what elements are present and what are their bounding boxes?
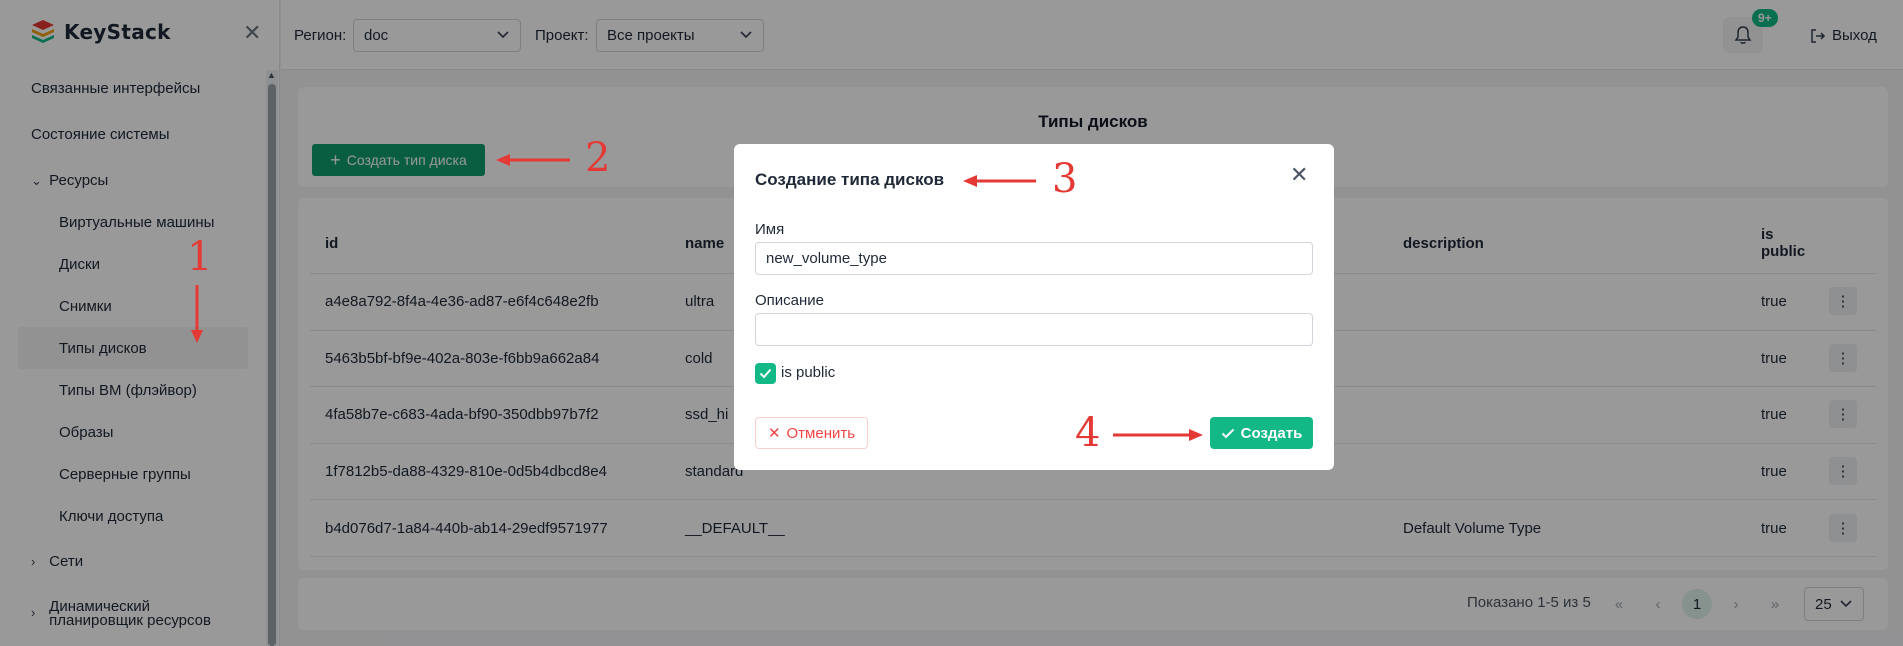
annotation-step-4: 4 [1075, 410, 1101, 456]
modal-title: Создание типа дисков [755, 170, 945, 189]
annotation-step-3: 3 [1052, 156, 1078, 202]
description-field[interactable] [755, 313, 1313, 346]
annotation-step-2: 2 [585, 135, 611, 181]
cancel-label: Отменить [786, 424, 856, 442]
create-volume-type-modal: Создание типа дисков ✕ Имя Описание is p… [734, 144, 1334, 470]
description-label: Описание [755, 292, 825, 309]
cancel-button[interactable]: ✕ Отменить [755, 417, 868, 449]
is-public-checkbox[interactable] [755, 363, 776, 384]
check-icon [1221, 428, 1234, 438]
annotation-step-1: 1 [187, 234, 213, 280]
x-icon: ✕ [767, 425, 781, 442]
close-icon[interactable]: ✕ [1290, 164, 1308, 186]
name-field[interactable] [755, 242, 1313, 275]
name-label: Имя [755, 221, 785, 238]
is-public-label: is public [781, 364, 836, 381]
create-button[interactable]: Создать [1210, 417, 1313, 449]
check-icon [759, 368, 772, 379]
create-label: Создать [1240, 424, 1303, 442]
